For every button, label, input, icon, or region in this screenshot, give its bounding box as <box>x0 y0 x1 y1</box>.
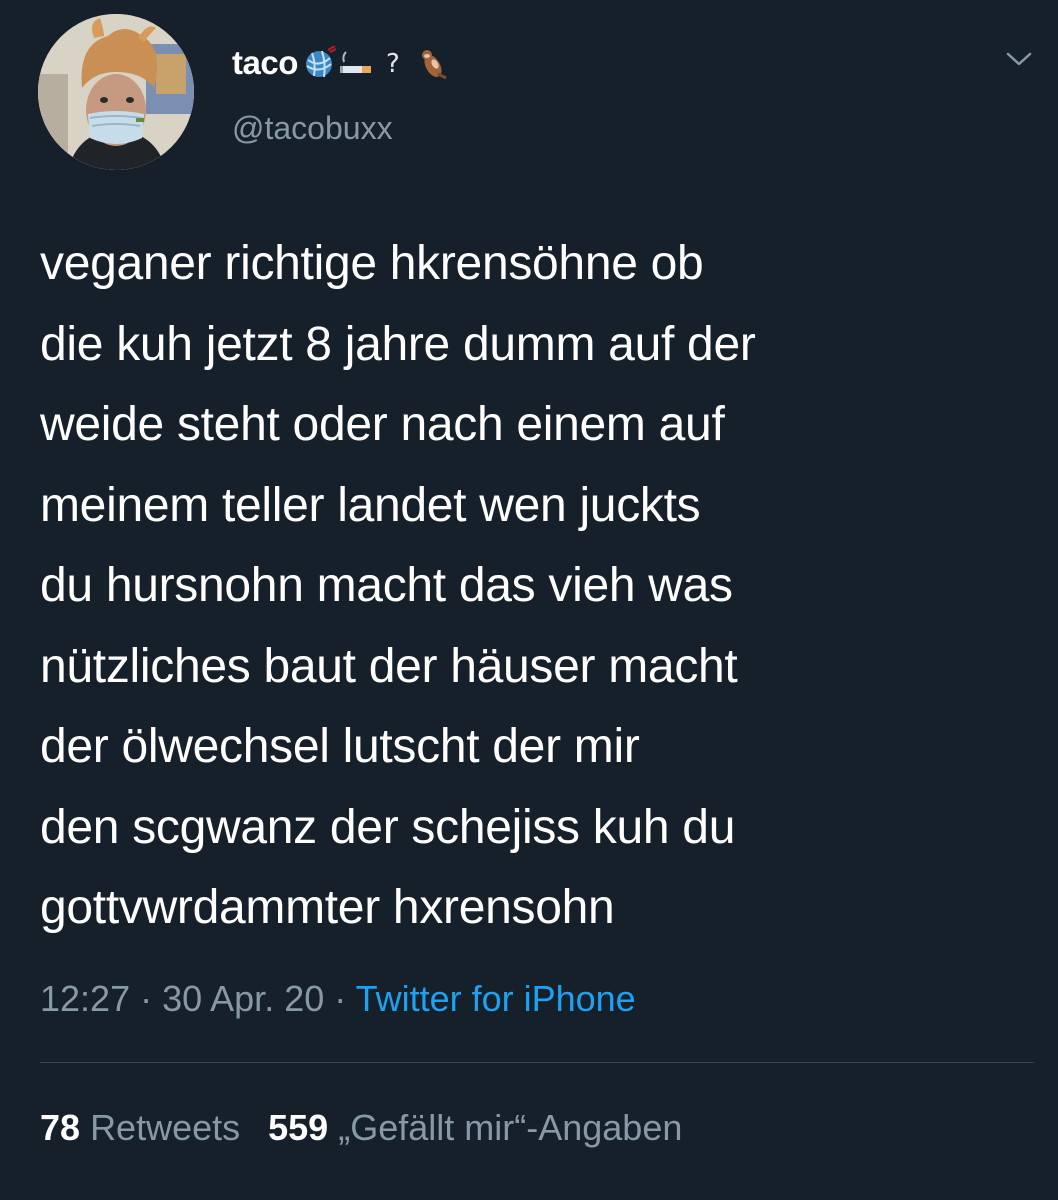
tweet-line: veganer richtige hkrensöhne ob <box>40 237 704 290</box>
user-handle[interactable]: @tacobuxx <box>232 110 393 147</box>
tweet-line: weide steht oder nach einem auf <box>40 398 725 451</box>
meta-separator: · <box>130 978 163 1019</box>
tweet-stats: 78 Retweets 559 „Gefällt mir“-Angaben <box>40 1103 682 1153</box>
tweet-meta: 12:27 · 30 Apr. 20 · Twitter for iPhone <box>40 974 636 1024</box>
tweet-line: die kuh jetzt 8 jahre dumm auf der <box>40 317 756 371</box>
tweet-line: du hursnohn macht das vieh was <box>40 559 733 612</box>
tweet-line: nützliches baut der häuser macht <box>40 639 738 693</box>
yarn-ball-emoji-icon <box>305 46 336 78</box>
display-name-row[interactable]: taco ? <box>232 40 450 86</box>
svg-text:?: ? <box>386 49 400 79</box>
tweet-line: der ölwechsel lutscht der mir <box>40 720 640 773</box>
chevron-down-icon[interactable] <box>1002 46 1036 72</box>
tweet-text: veganer richtige hkrensöhne ob die kuh j… <box>40 224 1040 949</box>
display-name[interactable]: taco <box>232 44 298 82</box>
tweet-source-link[interactable]: Twitter for iPhone <box>356 978 636 1019</box>
cigarette-emoji-icon <box>339 51 371 73</box>
tweet-card: taco ? @tacobuxx veganer richtige hkrens… <box>0 0 1058 1200</box>
avatar-photo <box>38 14 194 170</box>
retweets-label: Retweets <box>90 1107 241 1148</box>
retweets-count: 78 <box>40 1107 81 1148</box>
tweet-line: den scgwanz der schejiss kuh du <box>40 800 736 854</box>
divider <box>40 1062 1034 1063</box>
question-mark-emoji-icon: ? <box>386 49 400 79</box>
tweet-date[interactable]: 30 Apr. 20 <box>162 978 324 1019</box>
otter-emoji-icon <box>421 50 447 80</box>
avatar[interactable] <box>38 14 194 170</box>
tweet-line: meinem teller landet wen juckts <box>40 478 701 532</box>
tweet-time[interactable]: 12:27 <box>40 978 130 1019</box>
retweets-stat[interactable]: 78 Retweets <box>40 1107 240 1148</box>
likes-stat[interactable]: 559 „Gefällt mir“-Angaben <box>268 1107 682 1148</box>
tweet-line: gottvwrdammter hxrensohn <box>40 881 615 934</box>
meta-separator: · <box>324 978 356 1019</box>
likes-count: 559 <box>268 1107 329 1148</box>
likes-label: „Gefällt mir“-Angaben <box>338 1107 683 1148</box>
